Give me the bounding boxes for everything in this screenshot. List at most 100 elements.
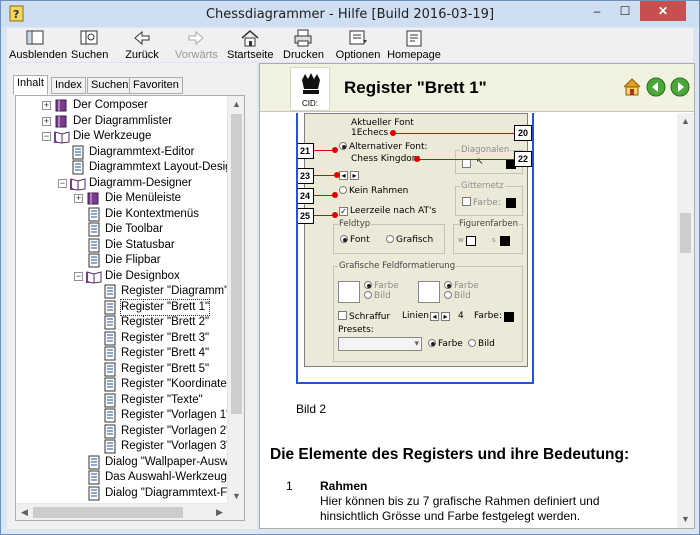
home-button[interactable]: Startseite bbox=[227, 28, 273, 61]
tree-item-label: Register "Koordinaten" bbox=[121, 378, 238, 390]
help-page-icon bbox=[102, 346, 118, 361]
hide-button[interactable]: Ausblenden bbox=[9, 28, 67, 61]
alt-font-value: Chess Kingdom bbox=[351, 154, 421, 164]
tree-item-label: Die Statusbar bbox=[105, 238, 175, 251]
blank-line-checkbox: ✓ bbox=[339, 207, 348, 216]
fieldtype-graphic-radio bbox=[386, 235, 394, 243]
help-page-icon bbox=[86, 455, 102, 470]
tab-index[interactable]: Index bbox=[51, 77, 86, 94]
light-image-label: Bild bbox=[374, 291, 391, 301]
tree-scroll-thumb[interactable] bbox=[231, 114, 242, 414]
back-button[interactable]: Zurück bbox=[125, 28, 159, 61]
designbox-figure: Aktueller Font 1Echecs Alternativer Font… bbox=[296, 113, 534, 384]
help-page-icon bbox=[86, 470, 102, 485]
help-page-icon bbox=[102, 315, 118, 330]
tree-item-label: Register "Texte" bbox=[121, 393, 203, 406]
scroll-up-icon[interactable]: ▲ bbox=[228, 96, 244, 113]
fieldtype-font-option: Font bbox=[340, 235, 370, 245]
open-book-icon bbox=[54, 129, 70, 144]
contents-tree: + Der Composer + Der Diagrammlister − Die Wer… bbox=[15, 95, 245, 521]
maximize-button[interactable]: ☐ bbox=[611, 1, 639, 21]
tab-contents[interactable]: Inhalt bbox=[13, 75, 48, 95]
help-window: ? Chessdiagrammer - Hilfe [Build 2016-03… bbox=[0, 0, 700, 535]
callout-25-dot bbox=[332, 212, 338, 218]
item-description: Hier können bis zu 7 grafische Rahmen de… bbox=[320, 494, 600, 523]
graphic-format-group-title: Grafische Feldformatierung bbox=[338, 261, 457, 271]
minimize-button[interactable]: – bbox=[583, 1, 611, 21]
fieldtype-graphic-option: Grafisch bbox=[386, 235, 433, 245]
white-piece-label: w bbox=[458, 236, 464, 244]
figure-caption: Bild 2 bbox=[296, 402, 327, 416]
closed-book-icon bbox=[86, 191, 102, 206]
navigation-pane: Inhalt Index Suchen Favoriten + Der Compo… bbox=[7, 63, 257, 529]
tree-item-label: Das Auswahl-Werkzeug bbox=[105, 471, 227, 483]
print-button[interactable]: Drucken bbox=[283, 28, 324, 61]
help-page-icon bbox=[102, 300, 118, 315]
forward-button[interactable]: Vorwärts bbox=[175, 28, 218, 61]
lines-label: Linien: bbox=[402, 311, 432, 321]
callout-25: 25 bbox=[298, 208, 314, 224]
search-label: Suchen bbox=[71, 49, 109, 61]
expand-icon[interactable]: + bbox=[42, 116, 51, 126]
callout-21: 21 bbox=[298, 143, 314, 159]
hatch-color-swatch bbox=[504, 312, 514, 322]
next-page-icon[interactable] bbox=[670, 77, 690, 97]
homepage-icon bbox=[406, 30, 422, 47]
help-page-icon bbox=[102, 408, 118, 423]
options-button[interactable]: Optionen bbox=[335, 28, 381, 61]
previous-page-icon[interactable] bbox=[646, 77, 666, 97]
close-button[interactable]: ✕ bbox=[640, 1, 686, 21]
help-page-icon bbox=[86, 238, 102, 253]
fieldtype-font-label: Font bbox=[350, 235, 370, 245]
tree-horizontal-scrollbar[interactable]: ◀ ▶ bbox=[16, 503, 228, 520]
options-label: Optionen bbox=[335, 49, 381, 61]
expand-icon[interactable]: + bbox=[42, 101, 51, 110]
collapse-icon[interactable]: − bbox=[42, 132, 51, 141]
topic-header: CID: Register "Brett 1" bbox=[260, 64, 694, 112]
hatch-label: Schraffur bbox=[349, 312, 391, 322]
content-scroll-thumb[interactable] bbox=[680, 213, 691, 253]
topic-title: Register "Brett 1" bbox=[344, 78, 487, 97]
tab-favorites[interactable]: Favoriten bbox=[129, 77, 183, 94]
tree-vertical-scrollbar[interactable]: ▲ ▼ bbox=[227, 96, 244, 505]
search-toolbar-button[interactable]: Suchen bbox=[71, 28, 109, 61]
content-scroll-down-icon[interactable]: ▼ bbox=[677, 511, 694, 528]
piece-color-group-title: Figurenfarben bbox=[458, 219, 520, 229]
fieldtype-group: Feldtyp Font Grafisch bbox=[333, 219, 445, 254]
help-page-icon bbox=[86, 207, 102, 222]
piece-color-group: Figurenfarben w s bbox=[453, 219, 523, 254]
hatch-checkbox bbox=[338, 311, 347, 320]
light-image-radio bbox=[364, 291, 372, 299]
expand-icon[interactable]: + bbox=[74, 194, 83, 203]
callout-23-line bbox=[314, 175, 336, 176]
scroll-left-icon[interactable]: ◀ bbox=[16, 504, 33, 520]
tab-search[interactable]: Suchen bbox=[87, 77, 133, 94]
alt-font-radio bbox=[339, 142, 347, 150]
chess-king-icon bbox=[302, 73, 320, 94]
preset-image-radio bbox=[468, 339, 476, 347]
content-scroll-up-icon[interactable]: ▲ bbox=[677, 113, 694, 130]
callout-22-line bbox=[418, 159, 516, 160]
help-page-icon bbox=[86, 486, 102, 501]
preset-color-radio bbox=[428, 339, 436, 347]
tree-item-label: Register "Vorlagen 2" bbox=[121, 424, 231, 437]
scroll-right-icon[interactable]: ▶ bbox=[211, 504, 228, 520]
black-piece-label: s bbox=[492, 236, 496, 244]
tree-item-label: Diagrammtext-Editor bbox=[89, 145, 195, 158]
help-page-icon bbox=[102, 439, 118, 454]
tree-item-label: Register "Brett 4" bbox=[121, 347, 210, 359]
closed-book-icon bbox=[54, 114, 70, 129]
callout-22: 22 bbox=[514, 151, 532, 167]
home-nav-icon[interactable] bbox=[622, 77, 642, 97]
tree-hscroll-thumb[interactable] bbox=[33, 507, 183, 518]
homepage-button[interactable]: Homepage bbox=[387, 28, 441, 61]
stepper-right-icon: ▸ bbox=[350, 171, 359, 180]
content-vertical-scrollbar[interactable]: ▲ ▼ bbox=[677, 113, 694, 528]
collapse-icon[interactable]: − bbox=[58, 178, 67, 188]
tree-item-label: Die Flipbar bbox=[105, 254, 161, 266]
collapse-icon[interactable]: − bbox=[74, 271, 83, 281]
presets-dropdown: ▾ bbox=[338, 337, 422, 351]
dark-image-option: Bild bbox=[444, 291, 471, 301]
dark-image-radio bbox=[444, 291, 452, 299]
white-piece-swatch bbox=[466, 236, 476, 246]
